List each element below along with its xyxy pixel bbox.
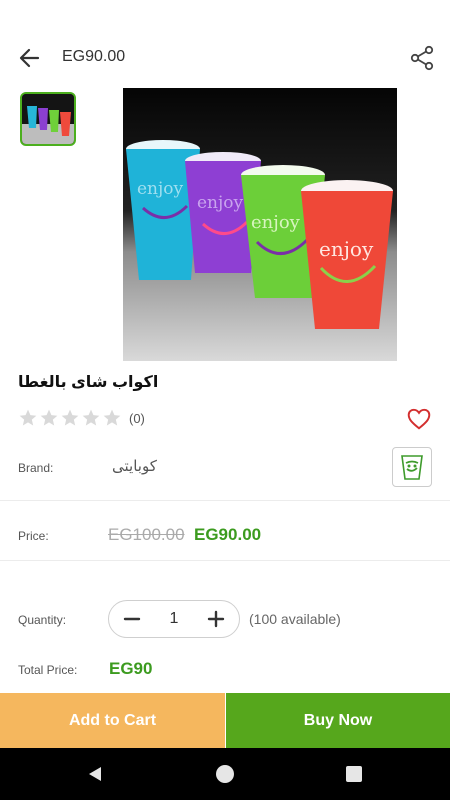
- quantity-input[interactable]: [154, 610, 194, 628]
- plus-icon[interactable]: [207, 610, 225, 628]
- star-icon: [103, 409, 121, 426]
- available-count: (100 available): [249, 611, 341, 627]
- system-nav-bar: [0, 748, 450, 800]
- buy-now-button[interactable]: Buy Now: [226, 693, 450, 748]
- back-arrow-icon[interactable]: [16, 44, 46, 72]
- star-icon: [19, 409, 37, 426]
- nav-recents-icon[interactable]: [346, 766, 362, 782]
- product-main-image[interactable]: enjoy enjoy enjoy enjoy: [123, 88, 397, 361]
- star-icon: [61, 409, 79, 426]
- divider: [0, 500, 450, 501]
- minus-icon[interactable]: [123, 610, 141, 628]
- nav-home-icon[interactable]: [216, 765, 234, 783]
- quantity-stepper: [108, 600, 240, 638]
- rating-row: (0): [18, 408, 145, 428]
- header-price: EG90.00: [62, 48, 126, 65]
- divider: [0, 560, 450, 561]
- cup-text-red: enjoy: [319, 237, 374, 261]
- product-thumbnail[interactable]: [20, 92, 76, 146]
- star-icon: [40, 409, 58, 426]
- cup-text-purple: enjoy: [197, 193, 244, 213]
- top-app-bar: EG90.00: [0, 36, 450, 80]
- cup-text-blue: enjoy: [137, 179, 184, 199]
- review-count: (0): [129, 410, 145, 426]
- star-icon: [82, 409, 100, 426]
- heart-icon[interactable]: [406, 406, 432, 432]
- add-to-cart-button[interactable]: Add to Cart: [0, 693, 225, 748]
- nav-back-icon[interactable]: [86, 765, 104, 783]
- brand-label: Brand:: [18, 461, 54, 475]
- cup-logo-icon: [401, 455, 423, 480]
- brand-value: كوبايتى: [112, 458, 157, 475]
- new-price: EG90.00: [194, 525, 262, 544]
- total-price-label: Total Price:: [18, 663, 78, 677]
- old-price: EG100.00: [108, 525, 185, 544]
- quantity-label: Quantity:: [18, 613, 67, 627]
- share-icon[interactable]: [408, 44, 436, 72]
- price-label: Price:: [18, 529, 49, 543]
- total-price-value: EG90: [109, 659, 153, 678]
- brand-logo[interactable]: [392, 447, 432, 487]
- product-title: اكواب شاى بالغطا: [18, 374, 159, 391]
- cup-text-green: enjoy: [251, 212, 301, 233]
